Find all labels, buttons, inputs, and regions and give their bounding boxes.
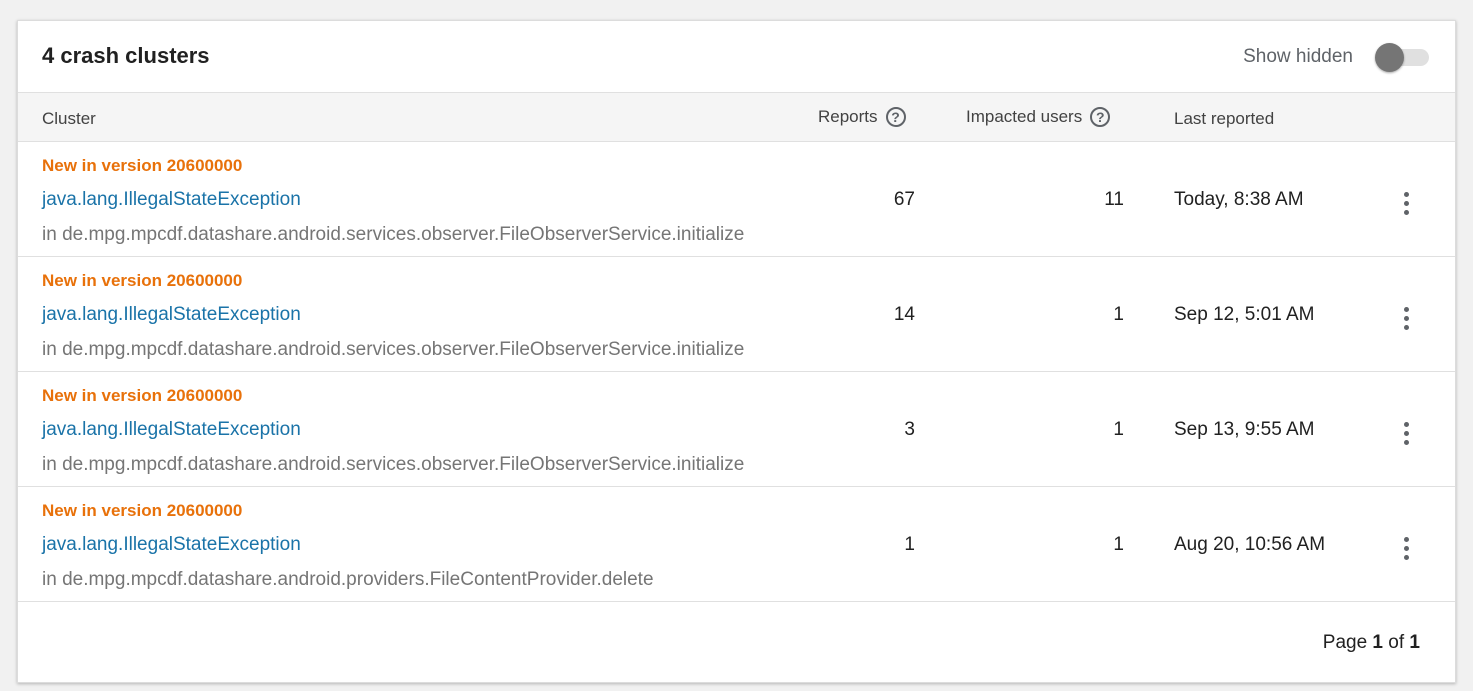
crash-location: in de.mpg.mpcdf.datashare.android.servic… [42, 454, 745, 475]
pagination-of: of [1388, 632, 1405, 653]
crash-clusters-card: 4 crash clusters Show hidden Cluster Rep… [17, 20, 1456, 683]
dot [1403, 324, 1409, 330]
reports-count: 67 [893, 189, 915, 210]
reports-count: 1 [904, 534, 915, 555]
pagination-total: 1 [1409, 632, 1420, 653]
pagination-prefix: Page [1322, 632, 1368, 653]
last-reported: Sep 12, 5:01 AM [1174, 304, 1315, 325]
table-header: Cluster Reports ? Impacted users ? Last … [18, 93, 1455, 142]
exception-link[interactable]: java.lang.IllegalStateException [42, 304, 301, 326]
show-hidden-toggle[interactable] [1375, 43, 1431, 72]
new-version-badge: New in version 20600000 [42, 386, 243, 405]
dot [1403, 200, 1409, 206]
more-vert-icon[interactable] [1392, 188, 1420, 218]
crash-location: in de.mpg.mpcdf.datashare.android.servic… [42, 224, 745, 245]
new-version-badge: New in version 20600000 [42, 271, 243, 290]
column-header-label: Reports [818, 107, 878, 126]
exception-link[interactable]: java.lang.IllegalStateException [42, 189, 301, 211]
crash-location: in de.mpg.mpcdf.datashare.android.provid… [42, 569, 654, 590]
crash-location: in de.mpg.mpcdf.datashare.android.servic… [42, 339, 745, 360]
dot [1403, 209, 1409, 215]
last-reported: Sep 13, 9:55 AM [1174, 419, 1315, 440]
column-header-cluster: Cluster [42, 109, 96, 129]
exception-link[interactable]: java.lang.IllegalStateException [42, 419, 301, 441]
impacted-users-count: 11 [1104, 189, 1124, 210]
card-header: 4 crash clusters Show hidden [18, 21, 1455, 93]
help-icon[interactable]: ? [885, 107, 906, 127]
more-vert-icon[interactable] [1392, 303, 1420, 333]
dot [1403, 545, 1409, 551]
reports-count: 3 [904, 419, 915, 440]
last-reported: Aug 20, 10:56 AM [1174, 534, 1326, 555]
table-row[interactable]: New in version 20600000 java.lang.Illega… [18, 142, 1455, 257]
dot [1403, 430, 1409, 436]
page-title: 4 crash clusters [42, 43, 210, 68]
exception-link[interactable]: java.lang.IllegalStateException [42, 534, 301, 556]
dot [1403, 536, 1409, 542]
column-header-reports[interactable]: Reports ? [818, 107, 906, 127]
column-header-impacted-users[interactable]: Impacted users ? [966, 107, 1111, 127]
column-header-label: Last reported [1174, 109, 1275, 128]
last-reported: Today, 8:38 AM [1174, 189, 1304, 210]
pagination: Page 1 of 1 [1323, 632, 1420, 654]
show-hidden-control: Show hidden [1243, 43, 1431, 72]
column-header-label: Cluster [42, 109, 96, 128]
impacted-users-count: 1 [1113, 304, 1124, 325]
table-row[interactable]: New in version 20600000 java.lang.Illega… [18, 487, 1455, 602]
more-vert-icon[interactable] [1392, 533, 1420, 563]
new-version-badge: New in version 20600000 [42, 501, 243, 520]
show-hidden-label: Show hidden [1243, 46, 1353, 67]
table-row[interactable]: New in version 20600000 java.lang.Illega… [18, 257, 1455, 372]
dot [1403, 315, 1409, 321]
table-row[interactable]: New in version 20600000 java.lang.Illega… [18, 372, 1455, 487]
new-version-badge: New in version 20600000 [42, 156, 243, 175]
help-icon[interactable]: ? [1090, 107, 1111, 127]
column-header-label: Impacted users [966, 107, 1083, 126]
dot [1403, 439, 1409, 445]
column-header-last-reported[interactable]: Last reported [1174, 109, 1274, 129]
impacted-users-count: 1 [1113, 419, 1124, 440]
pagination-current: 1 [1372, 632, 1383, 653]
dot [1403, 421, 1409, 427]
dot [1403, 191, 1409, 197]
reports-count: 14 [893, 304, 915, 325]
toggle-thumb[interactable] [1375, 43, 1404, 72]
dot [1403, 306, 1409, 312]
more-vert-icon[interactable] [1392, 418, 1420, 448]
impacted-users-count: 1 [1113, 534, 1124, 555]
dot [1403, 554, 1409, 560]
